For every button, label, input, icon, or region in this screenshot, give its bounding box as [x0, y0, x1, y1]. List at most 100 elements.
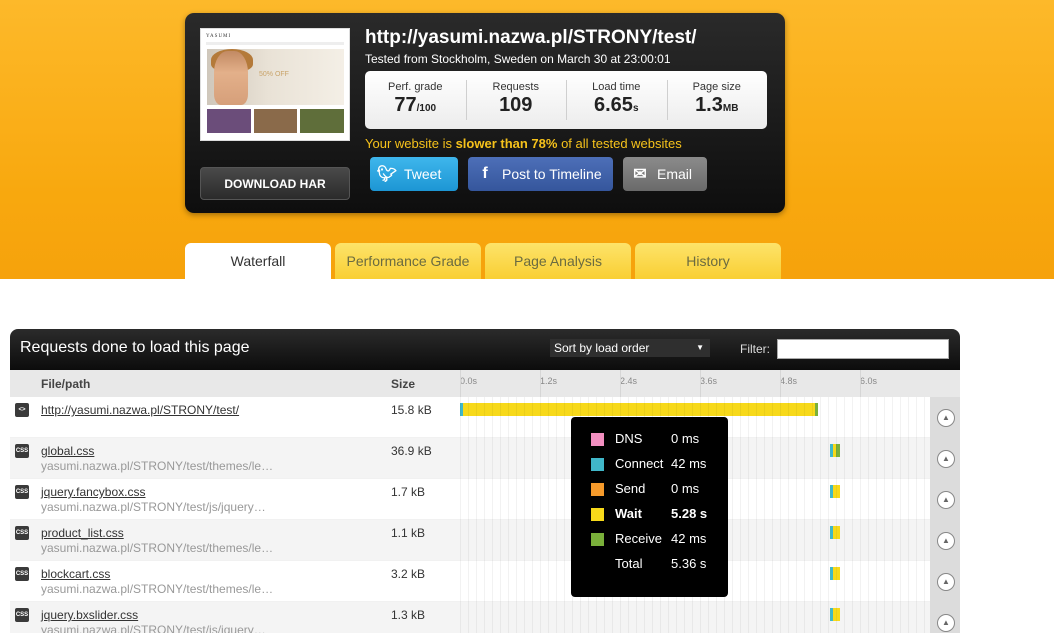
expand-row-icon[interactable]: ▲: [937, 614, 955, 632]
wait-segment: [833, 526, 840, 539]
request-row[interactable]: CSS product_list.css yasumi.nazwa.pl/STRON…: [10, 520, 960, 561]
thumbnail-offer-text: 50% OFF: [259, 71, 289, 78]
timing-tooltip: DNS 0 ms Connect 42 ms Send 0 ms Wait 5.28 s Rec…: [571, 417, 728, 597]
download-har-button[interactable]: DOWNLOAD HAR: [200, 167, 350, 200]
expand-row-icon[interactable]: ▲: [937, 409, 955, 427]
request-row[interactable]: CSS global.css yasumi.nazwa.pl/STRONY/test…: [10, 438, 960, 479]
request-file-link[interactable]: product_list.css: [41, 526, 124, 540]
requests-panel-header: Requests done to load this page Sort by …: [10, 329, 960, 370]
request-row[interactable]: <> http://yasumi.nazwa.pl/STRONY/test/15.…: [10, 397, 960, 438]
request-file-path: yasumi.nazwa.pl/STRONY/test/themes/le…: [41, 541, 274, 555]
request-size: 1.3 kB: [391, 608, 426, 622]
css-file-icon: CSS: [15, 485, 29, 499]
request-file-link[interactable]: jquery.fancybox.css: [41, 485, 146, 499]
request-file-link[interactable]: jquery.bxslider.css: [41, 608, 138, 622]
filter-label: Filter:: [740, 342, 770, 356]
receive-segment: [836, 444, 841, 457]
tooltip-row-send: Send 0 ms: [571, 480, 728, 505]
html-file-icon: <>: [15, 403, 29, 417]
wait-segment: [833, 608, 840, 621]
request-row[interactable]: CSS jquery.bxslider.css yasumi.nazwa.pl/ST…: [10, 602, 960, 633]
expand-row-icon[interactable]: ▲: [937, 532, 955, 550]
wait-segment: [833, 567, 840, 580]
expand-row-icon[interactable]: ▲: [937, 450, 955, 468]
speed-comparison: Your website is slower than 78% of all t…: [365, 136, 682, 151]
timing-bar[interactable]: [830, 444, 841, 457]
legend-swatch: [591, 433, 604, 446]
timing-bar[interactable]: [460, 403, 818, 416]
request-file-link[interactable]: blockcart.css: [41, 567, 110, 581]
tab-waterfall[interactable]: Waterfall: [185, 243, 331, 279]
legend-swatch: [591, 483, 604, 496]
envelope-icon: ✉: [633, 166, 647, 183]
facebook-icon: f: [482, 165, 488, 182]
tab-history[interactable]: History: [635, 243, 781, 279]
stats-box: Perf. grade 77/100 Requests 109 Load tim…: [365, 71, 767, 129]
request-file-link[interactable]: http://yasumi.nazwa.pl/STRONY/test/: [41, 403, 239, 417]
timeline-tick: 2.4s: [620, 370, 638, 397]
result-tabs: Waterfall Performance Grade Page Analysi…: [185, 243, 781, 279]
timing-bar[interactable]: [830, 485, 840, 498]
timing-bar[interactable]: [830, 608, 840, 621]
column-size[interactable]: Size: [391, 377, 415, 391]
column-header: File/path Size 0.0s 1.2s 2.4s 3.6s 4.8s …: [10, 370, 960, 397]
request-file-path: yasumi.nazwa.pl/STRONY/test/themes/le…: [41, 582, 274, 596]
timeline-tick: 4.8s: [780, 370, 798, 397]
request-file-path: yasumi.nazwa.pl/STRONY/test/js/jquery…: [41, 500, 266, 514]
tweet-button[interactable]: 🐦︎ Tweet: [370, 157, 458, 191]
tab-page-analysis[interactable]: Page Analysis: [485, 243, 631, 279]
email-button[interactable]: ✉ Email: [623, 157, 707, 191]
tooltip-row-receive: Receive 42 ms: [571, 530, 728, 555]
expand-row-icon[interactable]: ▲: [937, 491, 955, 509]
test-location-time: Tested from Stockholm, Sweden on March 3…: [365, 52, 671, 66]
tooltip-row-wait: Wait 5.28 s: [571, 505, 728, 530]
css-file-icon: CSS: [15, 526, 29, 540]
tooltip-row-total: Total 5.36 s: [615, 556, 707, 571]
site-thumbnail[interactable]: YASUMI 50% OFF: [200, 28, 350, 141]
thumbnail-logo: YASUMI: [206, 34, 232, 39]
timing-bar[interactable]: [830, 567, 840, 580]
post-to-timeline-button[interactable]: f Post to Timeline: [468, 157, 613, 191]
legend-swatch: [591, 508, 604, 521]
stat-perf-grade: Perf. grade 77/100: [388, 81, 443, 116]
twitter-bird-icon: 🐦︎: [376, 166, 398, 183]
timeline-tick: 0.0s: [460, 370, 478, 397]
tooltip-row-connect: Connect 42 ms: [571, 455, 728, 480]
request-size: 1.7 kB: [391, 485, 426, 499]
tab-performance-grade[interactable]: Performance Grade: [335, 243, 481, 279]
requests-panel: Requests done to load this page Sort by …: [10, 329, 960, 633]
request-size: 36.9 kB: [391, 444, 432, 458]
receive-segment: [815, 403, 818, 416]
request-row[interactable]: CSS jquery.fancybox.css yasumi.nazwa.pl/ST…: [10, 479, 960, 520]
legend-swatch: [591, 533, 604, 546]
stat-load-time: Load time 6.65s: [566, 71, 667, 129]
column-file-path[interactable]: File/path: [41, 377, 90, 391]
wait-segment: [833, 485, 840, 498]
filter-input[interactable]: [777, 339, 949, 359]
request-size: 3.2 kB: [391, 567, 426, 581]
css-file-icon: CSS: [15, 444, 29, 458]
request-row[interactable]: CSS blockcart.css yasumi.nazwa.pl/STRONY/t…: [10, 561, 960, 602]
legend-swatch: [591, 458, 604, 471]
request-file-link[interactable]: global.css: [41, 444, 94, 458]
tested-url: http://yasumi.nazwa.pl/STRONY/test/: [365, 27, 697, 48]
css-file-icon: CSS: [15, 567, 29, 581]
request-size: 15.8 kB: [391, 403, 432, 417]
tooltip-row-dns: DNS 0 ms: [571, 430, 728, 455]
stat-requests: Requests 109: [465, 71, 567, 129]
sort-select[interactable]: Sort by load order ▼: [550, 339, 710, 357]
request-size: 1.1 kB: [391, 526, 426, 540]
stat-page-size: Page size 1.3MB: [666, 71, 768, 129]
expand-row-icon[interactable]: ▲: [937, 573, 955, 591]
css-file-icon: CSS: [15, 608, 29, 622]
timing-bar[interactable]: [830, 526, 840, 539]
timeline-tick: 3.6s: [700, 370, 718, 397]
thumbnail-model-image: [214, 51, 248, 105]
request-file-path: yasumi.nazwa.pl/STRONY/test/js/jquery…: [41, 623, 266, 633]
timeline-tick: 6.0s: [860, 370, 878, 397]
request-file-path: yasumi.nazwa.pl/STRONY/test/themes/le…: [41, 459, 274, 473]
wait-segment: [463, 403, 815, 416]
test-summary-panel: YASUMI 50% OFF http://yasumi.nazwa.pl/ST…: [185, 13, 785, 213]
request-list: <> http://yasumi.nazwa.pl/STRONY/test/15.…: [10, 397, 960, 633]
dropdown-arrow-icon: ▼: [696, 343, 704, 352]
